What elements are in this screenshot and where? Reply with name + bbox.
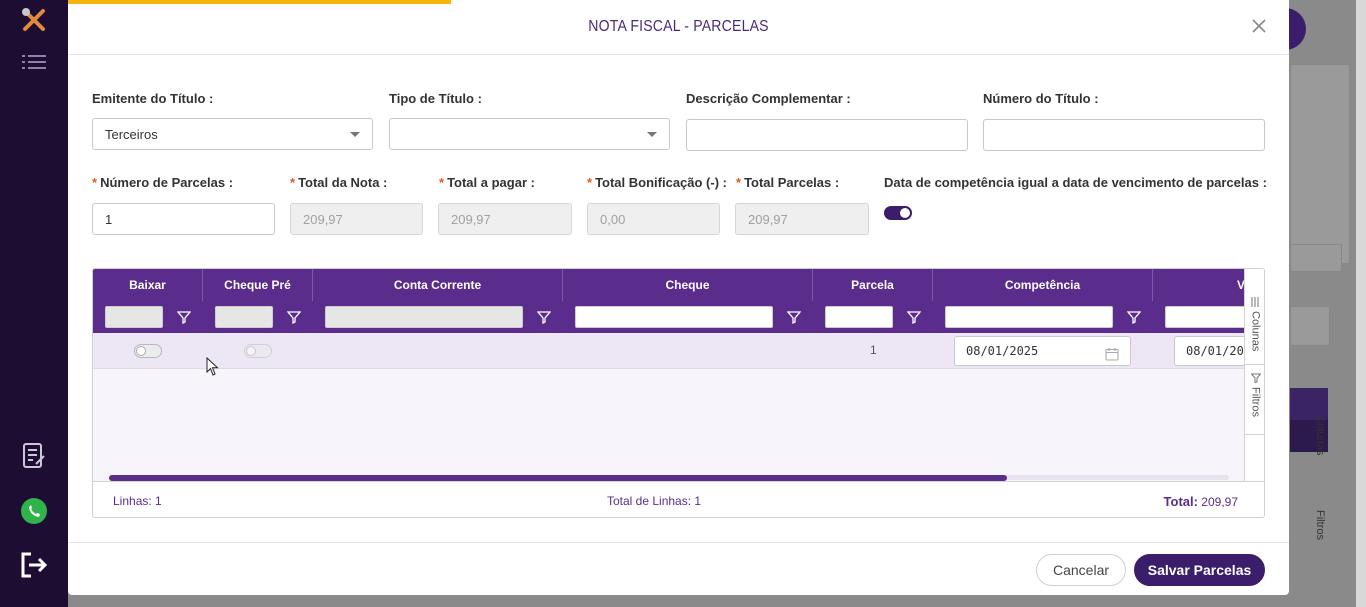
total-linhas: Total de Linhas: 1 — [607, 494, 702, 508]
col-conta-corrente[interactable]: Conta Corrente — [313, 269, 563, 301]
bg-filtros-tab: Filtros — [1314, 510, 1326, 540]
numero-titulo-label: Número do Título : — [983, 91, 1099, 106]
close-icon[interactable] — [1249, 16, 1269, 36]
total-bonificacao-label: * Total Bonificação (-) : — [587, 175, 727, 190]
grid-filter-row — [93, 301, 1255, 333]
grid-total: Total: 209,97 — [1164, 494, 1238, 509]
colunas-tab-label: Colunas — [1249, 311, 1262, 352]
filter-icon[interactable] — [906, 310, 922, 325]
logout-icon[interactable] — [18, 549, 50, 581]
data-competencia-label: Data de competência igual a data de venc… — [884, 175, 1267, 190]
tipo-titulo-select[interactable] — [389, 118, 670, 150]
total-parcelas-label: * Total Parcelas : — [736, 175, 840, 190]
app-sidebar — [0, 0, 68, 607]
filter-baixar-input[interactable] — [105, 306, 163, 328]
data-competencia-toggle[interactable] — [884, 206, 912, 220]
page-scrollbar[interactable] — [1356, 0, 1366, 607]
colunas-tab[interactable]: Colunas — [1245, 289, 1264, 365]
menu-list-icon[interactable] — [18, 47, 50, 79]
total-nota-label: * Total da Nota : — [290, 175, 388, 190]
modal-title: NOTA FISCAL - PARCELAS — [588, 18, 769, 35]
descricao-input[interactable] — [686, 119, 968, 151]
filter-parcela-input[interactable] — [825, 306, 893, 328]
table-row[interactable]: 1 08/01/2025 08/01/2025 — [93, 333, 1254, 369]
total-parcelas-input: 209,97 — [735, 203, 869, 235]
mouse-cursor-icon — [206, 356, 220, 382]
numero-titulo-input[interactable] — [983, 119, 1265, 151]
columns-icon — [1251, 297, 1258, 307]
emitente-select[interactable]: Terceiros — [92, 118, 373, 150]
filter-icon[interactable] — [786, 310, 802, 325]
baixar-toggle[interactable] — [134, 344, 162, 358]
filter-cheque-pre-input[interactable] — [215, 306, 273, 328]
cheque-pre-toggle[interactable] — [244, 344, 272, 358]
bg-colunas-tab: Colunas — [1314, 415, 1326, 456]
col-competencia[interactable]: Competência — [933, 269, 1153, 301]
filtros-tab-label: Filtros — [1249, 387, 1262, 417]
total-pagar-label: * Total a pagar : — [439, 175, 535, 190]
parcela-cell: 1 — [870, 343, 877, 357]
competencia-date-value: 08/01/2025 — [966, 344, 1039, 358]
filter-cheque-input[interactable] — [575, 306, 773, 328]
total-pagar-input: 209,97 — [438, 203, 572, 235]
grid-total-label: Total: — [1163, 494, 1198, 509]
modal-footer: Cancelar Salvar Parcelas — [68, 542, 1289, 595]
filter-icon[interactable] — [536, 310, 552, 325]
descricao-label: Descrição Complementar : — [686, 91, 851, 106]
save-parcelas-button[interactable]: Salvar Parcelas — [1134, 554, 1265, 586]
filter-icon — [1250, 373, 1261, 383]
parcelas-modal: NOTA FISCAL - PARCELAS Emitente do Títul… — [68, 0, 1289, 595]
grid-side-tools: Colunas Filtros — [1244, 269, 1264, 481]
col-cheque[interactable]: Cheque — [563, 269, 813, 301]
document-edit-icon[interactable] — [18, 440, 50, 472]
tipo-titulo-label: Tipo de Título : — [389, 91, 482, 106]
filter-conta-corrente-input[interactable] — [325, 306, 523, 328]
linhas-count: Linhas: 1 — [113, 494, 162, 508]
total-nota-input: 209,97 — [290, 203, 423, 235]
vencimento-date-input[interactable]: 08/01/2025 — [1174, 336, 1254, 366]
modal-header: NOTA FISCAL - PARCELAS — [68, 0, 1289, 55]
filter-icon[interactable] — [1126, 310, 1142, 325]
grid-header: Baixar Cheque Pré Conta Corrente Cheque … — [93, 269, 1264, 301]
calendar-icon[interactable] — [1105, 343, 1119, 365]
emitente-label: Emitente do Título : — [92, 91, 214, 106]
cancel-button[interactable]: Cancelar — [1036, 554, 1126, 586]
competencia-date-input[interactable]: 08/01/2025 — [954, 336, 1131, 366]
filter-icon[interactable] — [286, 310, 302, 325]
col-cheque-pre[interactable]: Cheque Pré — [203, 269, 313, 301]
total-bonificacao-input: 0,00 — [587, 203, 720, 235]
num-parcelas-input[interactable]: 1 — [92, 203, 275, 235]
grid-footer: Linhas: 1 Total de Linhas: 1 Total: 209,… — [93, 481, 1264, 517]
num-parcelas-label: * Número de Parcelas : — [92, 175, 234, 190]
col-parcela[interactable]: Parcela — [813, 269, 933, 301]
tools-logo-icon[interactable] — [18, 4, 50, 36]
filtros-tab[interactable]: Filtros — [1245, 365, 1264, 435]
whatsapp-icon[interactable] — [18, 495, 50, 527]
filter-vencimento-input[interactable] — [1165, 306, 1255, 328]
filter-competencia-input[interactable] — [945, 306, 1113, 328]
filter-icon[interactable] — [176, 310, 192, 325]
parcelas-grid: Baixar Cheque Pré Conta Corrente Cheque … — [92, 268, 1265, 518]
grid-total-value: 209,97 — [1201, 495, 1238, 509]
col-baixar[interactable]: Baixar — [93, 269, 203, 301]
